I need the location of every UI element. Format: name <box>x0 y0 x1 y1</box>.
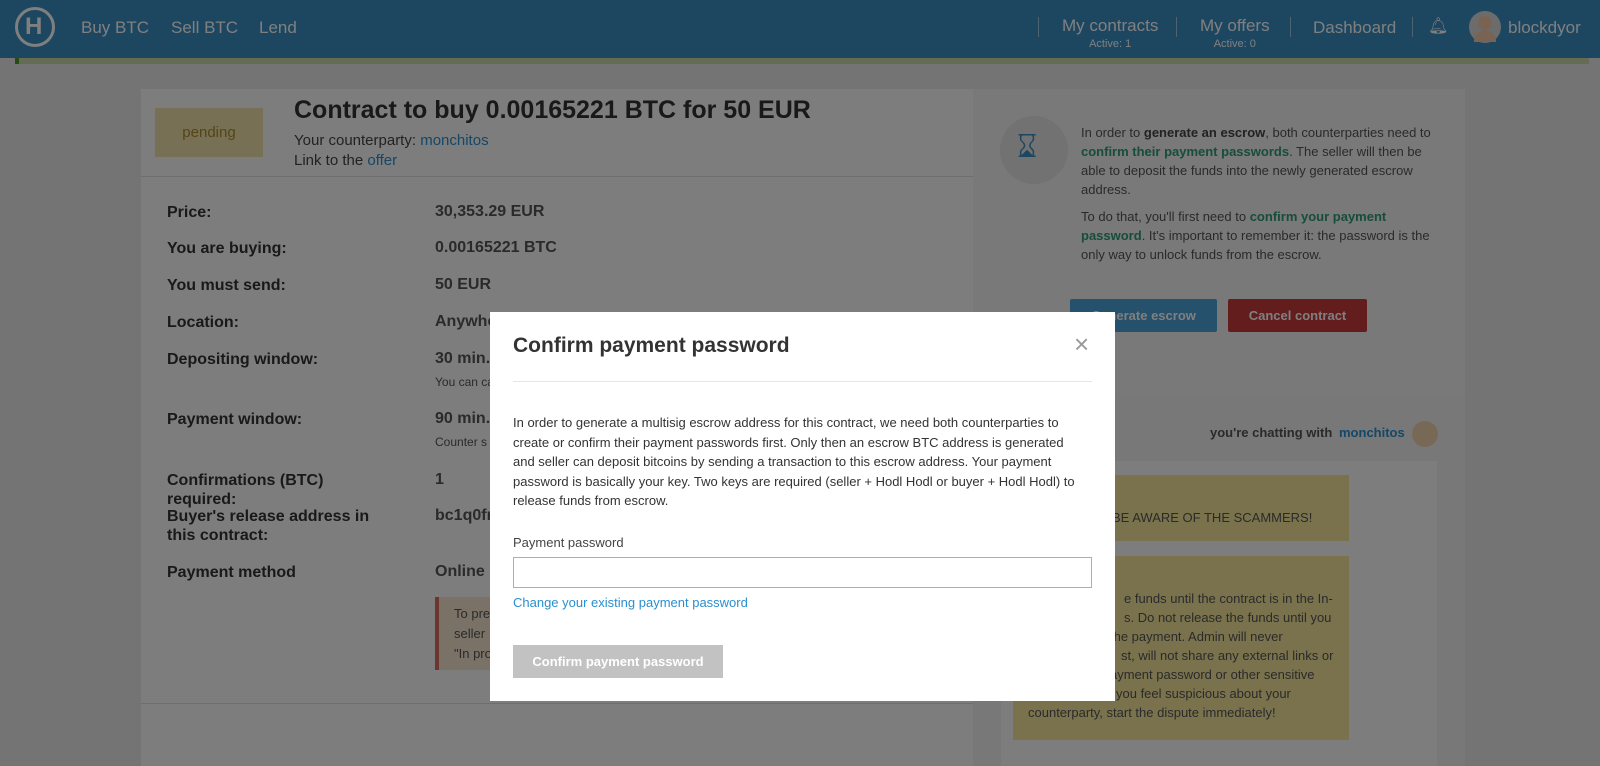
modal-divider <box>513 381 1092 382</box>
modal-title: Confirm payment password <box>513 334 790 357</box>
payment-password-label: Payment password <box>513 535 624 550</box>
change-password-link[interactable]: Change your existing payment password <box>513 595 748 610</box>
payment-password-input[interactable] <box>513 557 1092 588</box>
modal-description: In order to generate a multisig escrow a… <box>513 415 1075 508</box>
close-icon[interactable]: × <box>1074 329 1089 360</box>
confirm-payment-password-button[interactable]: Confirm payment password <box>513 645 723 678</box>
